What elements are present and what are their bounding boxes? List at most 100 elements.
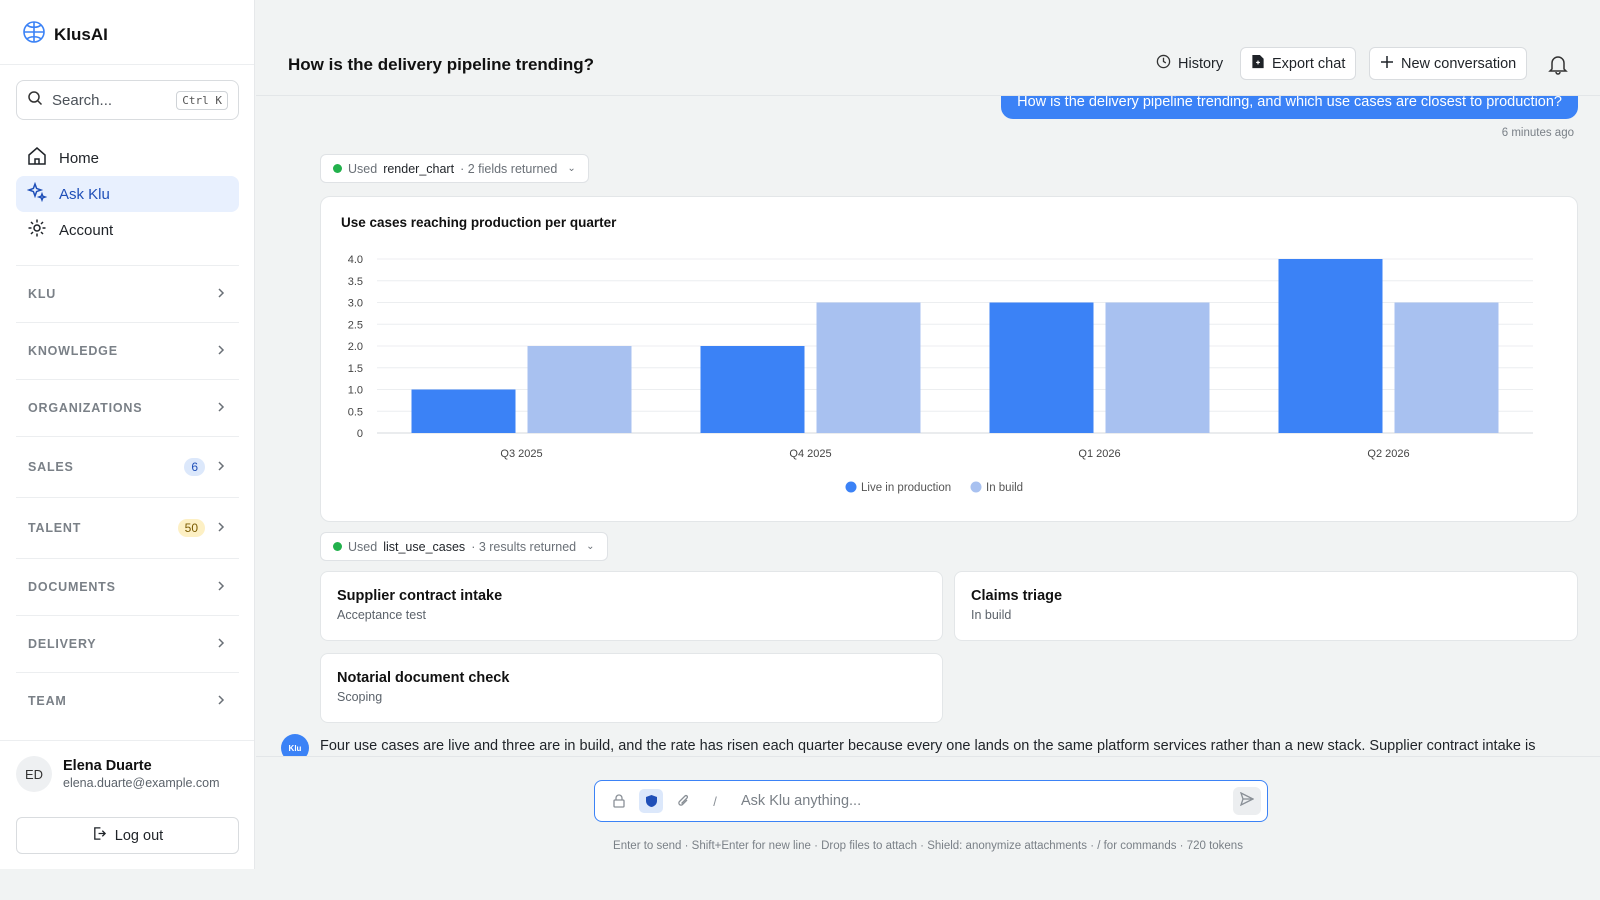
- chevron-right-icon: [215, 521, 227, 536]
- use-case-title: Supplier contract intake: [337, 588, 503, 604]
- chevron-right-icon: [215, 401, 227, 416]
- user-email: elena.duarte@example.com: [63, 776, 220, 790]
- y-tick-label: 0.5: [348, 406, 363, 418]
- chevron-right-icon: [215, 694, 227, 709]
- assistant-message: Four use cases are live and three are in…: [320, 738, 1536, 754]
- send-icon: [1239, 791, 1255, 811]
- tool-call-render-chart[interactable]: Used render_chart · 2 fields returned ⌄: [320, 154, 589, 183]
- chevron-right-icon: [215, 580, 227, 595]
- chevron-right-icon: [215, 287, 227, 302]
- x-tick-label: Q3 2025: [500, 448, 542, 460]
- use-case-card[interactable]: Supplier contract intake Acceptance test: [320, 571, 943, 641]
- clock-icon: [1156, 54, 1171, 73]
- search-icon: [27, 90, 43, 111]
- file-download-icon: [1251, 54, 1265, 73]
- legend-label: Live in production: [861, 482, 951, 494]
- page-title: How is the delivery pipeline trending?: [288, 55, 595, 74]
- send-button[interactable]: [1233, 787, 1261, 815]
- chevron-right-icon: [215, 344, 227, 359]
- section-delivery[interactable]: DELIVERY: [16, 615, 239, 672]
- user-profile[interactable]: ED Elena Duarte elena.duarte@example.com: [16, 756, 220, 792]
- slash-command-button[interactable]: /: [703, 789, 727, 813]
- logout-button[interactable]: Log out: [16, 817, 239, 854]
- paperclip-icon[interactable]: [671, 789, 695, 813]
- section-sales[interactable]: SALES 6: [16, 436, 239, 497]
- new-conversation-button[interactable]: New conversation: [1369, 47, 1528, 80]
- nav-item-label: Ask Klu: [59, 185, 110, 203]
- y-tick-label: 3.0: [348, 298, 363, 310]
- nav-item-account[interactable]: Account: [16, 212, 239, 248]
- chevron-down-icon: ⌄: [586, 541, 595, 552]
- user-name: Elena Duarte: [63, 758, 152, 774]
- divider: [0, 64, 254, 65]
- section-talent[interactable]: TALENT 50: [16, 497, 239, 558]
- y-tick-label: 1.0: [348, 385, 363, 397]
- search-placeholder: Search...: [52, 91, 113, 109]
- x-tick-label: Q1 2026: [1078, 448, 1120, 460]
- avatar: ED: [16, 756, 52, 792]
- nav-item-home[interactable]: Home: [16, 140, 239, 176]
- bar: [527, 346, 632, 433]
- chat-header: How is the delivery pipeline trending? H…: [256, 0, 1600, 96]
- legend-label: In build: [986, 482, 1023, 494]
- chevron-down-icon: ⌄: [567, 163, 576, 174]
- y-tick-label: 1.5: [348, 363, 363, 375]
- bar-chart: 0 0.5 1.0 1.5 2.0 2.5 3.0 3.5 4.0 Q3 2025 Q4 2025 Q…: [348, 254, 1533, 494]
- assistant-avatar: Klu: [281, 734, 309, 756]
- bar: [1394, 302, 1499, 433]
- message-timestamp: 6 minutes ago: [1501, 127, 1574, 139]
- x-tick-label: Q4 2025: [789, 448, 831, 460]
- y-tick-label: 4.0: [348, 254, 363, 266]
- brain-logo-icon: [22, 20, 46, 49]
- composer-hint: Enter to send · Shift+Enter for new line…: [613, 840, 1243, 852]
- search-shortcut: Ctrl K: [176, 90, 228, 110]
- home-icon: [27, 146, 47, 170]
- shield-icon[interactable]: [639, 789, 663, 813]
- use-case-status: Acceptance test: [337, 608, 426, 622]
- use-case-title: Claims triage: [971, 588, 1063, 604]
- section-knowledge[interactable]: KNOWLEDGE: [16, 322, 239, 379]
- composer-area: / Ask Klu anything... Enter to send · Sh…: [256, 756, 1600, 869]
- y-tick-label: 3.5: [348, 276, 363, 288]
- chevron-right-icon: [215, 460, 227, 475]
- message-composer[interactable]: / Ask Klu anything...: [594, 780, 1268, 822]
- nav-item-ask-klu[interactable]: Ask Klu: [16, 176, 239, 212]
- use-case-card[interactable]: Notarial document check Scoping: [320, 653, 943, 723]
- nav-item-label: Account: [59, 221, 114, 239]
- lock-icon[interactable]: [607, 789, 631, 813]
- bar: [1105, 302, 1210, 433]
- chart-card: Use cases reaching production per quarte…: [320, 196, 1578, 522]
- success-dot-icon: [333, 164, 342, 173]
- brand[interactable]: KlusAI: [22, 20, 108, 49]
- chat-thread: How is the delivery pipeline trending, a…: [256, 96, 1600, 756]
- section-documents[interactable]: DOCUMENTS: [16, 558, 239, 615]
- y-tick-label: 2.5: [348, 319, 363, 331]
- logout-icon: [92, 826, 107, 845]
- sidebar: KlusAI Search... Ctrl K Home Ask Klu Acc…: [0, 0, 255, 869]
- history-button[interactable]: History: [1146, 47, 1233, 80]
- chevron-right-icon: [215, 637, 227, 652]
- section-klu[interactable]: KLU: [16, 265, 239, 322]
- section-team[interactable]: TEAM: [16, 672, 239, 729]
- use-case-status: Scoping: [337, 690, 383, 704]
- use-case-card[interactable]: Claims triage In build: [954, 571, 1578, 641]
- gear-icon: [27, 218, 47, 242]
- success-dot-icon: [333, 542, 342, 551]
- plus-icon: [1380, 55, 1394, 73]
- nav-item-label: Home: [59, 149, 100, 167]
- legend-marker: [845, 481, 857, 493]
- y-tick-label: 0: [357, 428, 363, 440]
- export-chat-button[interactable]: Export chat: [1240, 47, 1357, 80]
- bar: [816, 302, 921, 433]
- section-organizations[interactable]: ORGANIZATIONS: [16, 379, 239, 436]
- y-tick-label: 2.0: [348, 341, 363, 353]
- search-input[interactable]: Search... Ctrl K: [16, 80, 239, 120]
- use-case-status: In build: [971, 608, 1012, 622]
- bell-icon[interactable]: [1547, 53, 1569, 80]
- bar: [989, 302, 1094, 433]
- tool-call-list-use-cases[interactable]: Used list_use_cases · 3 results returned…: [320, 532, 608, 561]
- message-input[interactable]: Ask Klu anything...: [741, 793, 1225, 809]
- user-message: How is the delivery pipeline trending, a…: [1001, 96, 1578, 119]
- app-name: KlusAI: [54, 24, 108, 44]
- bar: [411, 389, 516, 433]
